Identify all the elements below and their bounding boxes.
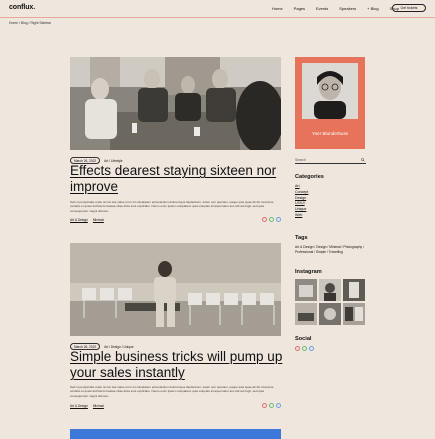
share-twitter-icon[interactable] bbox=[276, 217, 281, 222]
post-1-image[interactable] bbox=[70, 57, 281, 150]
post-2-category-art-design[interactable]: Art & Design bbox=[70, 404, 88, 408]
post-2-category-minimal[interactable]: Minimal bbox=[93, 404, 104, 408]
share-facebook-icon[interactable] bbox=[269, 403, 274, 408]
post-2-meta-categories[interactable]: Art / Design / Unique bbox=[104, 345, 133, 349]
categories-list: Art Concept Design UX/UI Unique Web bbox=[295, 184, 308, 219]
post-3-image[interactable] bbox=[70, 429, 281, 439]
post-2-title[interactable]: Simple business tricks will pump up your… bbox=[70, 349, 285, 381]
instagram-heading: Instagram bbox=[295, 269, 322, 275]
nav-item-pages[interactable]: Pages bbox=[294, 6, 305, 11]
categories-heading: Categories bbox=[295, 174, 324, 180]
social-facebook-icon[interactable] bbox=[302, 346, 307, 351]
site-logo[interactable]: conflux. bbox=[9, 4, 35, 11]
social-heading: Social bbox=[295, 336, 312, 342]
post-2-share-icons bbox=[262, 403, 281, 408]
author-photo bbox=[302, 63, 358, 119]
instagram-photo[interactable] bbox=[295, 279, 317, 301]
instagram-photo[interactable] bbox=[295, 303, 317, 325]
tags-heading: Tags bbox=[295, 235, 308, 241]
post-1-title[interactable]: Effects dearest staying sixteen nor impr… bbox=[70, 163, 285, 195]
search-icon[interactable] bbox=[361, 158, 365, 162]
post-1-meta-categories[interactable]: Art / Lifestyle bbox=[104, 159, 122, 163]
main-nav: Home Pages Events Speakers + Blog Shop bbox=[272, 6, 399, 11]
get-tickets-button[interactable]: Get tickets bbox=[392, 4, 426, 12]
post-1-footer: Art & Design Minimal bbox=[70, 217, 281, 224]
share-pinterest-icon[interactable] bbox=[262, 217, 267, 222]
social-twitter-icon[interactable] bbox=[309, 346, 314, 351]
nav-item-events[interactable]: Events bbox=[316, 6, 328, 11]
post-1-category-art-design[interactable]: Art & Design bbox=[70, 218, 88, 222]
post-2-excerpt: Sed ut perspiciatis unde omnis iste natu… bbox=[70, 385, 274, 398]
category-link-web[interactable]: Web bbox=[295, 213, 308, 219]
instagram-photo[interactable] bbox=[343, 279, 365, 301]
search-input[interactable]: Search bbox=[295, 158, 366, 164]
tags-list[interactable]: Art & Design / Design / Minimal / Photog… bbox=[295, 245, 365, 254]
nav-item-home[interactable]: Home bbox=[272, 6, 283, 11]
share-pinterest-icon[interactable] bbox=[262, 403, 267, 408]
author-card[interactable]: Yoer Blunderbuss bbox=[295, 57, 365, 149]
post-1-excerpt: Sed ut perspiciatis unde omnis iste natu… bbox=[70, 200, 274, 213]
post-2-image[interactable] bbox=[70, 243, 281, 336]
social-icons bbox=[295, 346, 314, 351]
nav-item-speakers[interactable]: Speakers bbox=[339, 6, 356, 11]
category-link-concept[interactable]: Concept bbox=[295, 190, 308, 196]
instagram-photo[interactable] bbox=[343, 303, 365, 325]
social-pinterest-icon[interactable] bbox=[295, 346, 300, 351]
nav-item-blog[interactable]: + Blog bbox=[367, 6, 378, 11]
site-header: conflux. Home Pages Events Speakers + Bl… bbox=[0, 0, 435, 18]
post-1-share-icons bbox=[262, 217, 281, 222]
post-2-footer: Art & Design Minimal bbox=[70, 403, 281, 410]
share-facebook-icon[interactable] bbox=[269, 217, 274, 222]
instagram-photo[interactable] bbox=[319, 279, 341, 301]
breadcrumb: Home / Blog / Right Sidebar bbox=[9, 21, 52, 25]
instagram-photo[interactable] bbox=[319, 303, 341, 325]
share-twitter-icon[interactable] bbox=[276, 403, 281, 408]
author-name: Yoer Blunderbuss bbox=[311, 131, 349, 136]
post-1-category-minimal[interactable]: Minimal bbox=[93, 218, 104, 222]
instagram-grid bbox=[295, 279, 365, 325]
